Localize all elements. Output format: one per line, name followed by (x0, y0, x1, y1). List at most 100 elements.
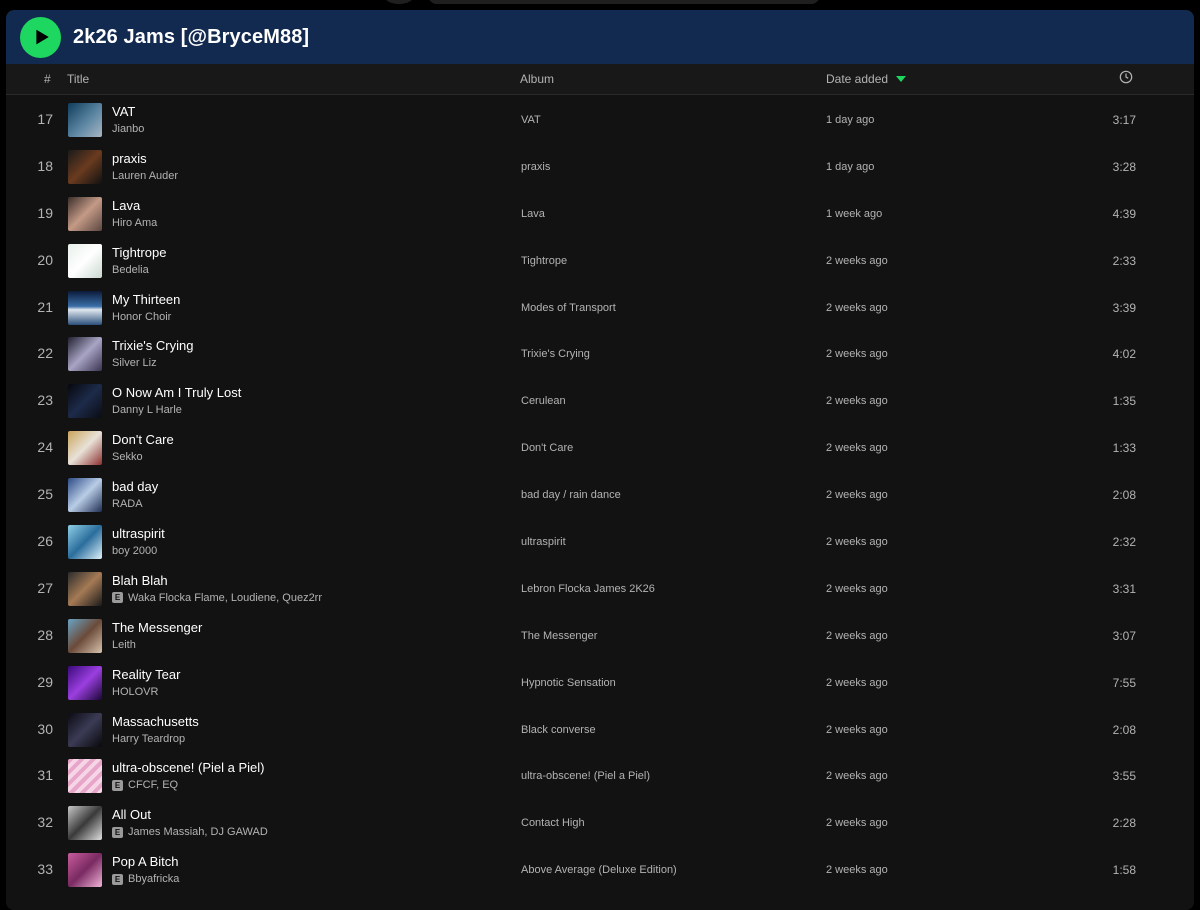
track-title[interactable]: All Out (112, 807, 151, 822)
track-artist[interactable]: Silver Liz (112, 357, 157, 369)
track-title[interactable]: Reality Tear (112, 667, 180, 682)
track-row[interactable]: 18 praxis Lauren Auder praxis 1 day ago 3:28 (6, 142, 1194, 189)
track-title[interactable]: Pop A Bitch (112, 854, 179, 869)
track-number: 25 (37, 486, 53, 503)
track-row[interactable]: 29 Reality Tear HOLOVR Hypnotic Sensation 2 … (6, 658, 1194, 705)
track-number: 26 (37, 533, 53, 550)
track-title[interactable]: My Thirteen (112, 292, 180, 307)
track-artist[interactable]: Bbyafricka (128, 873, 179, 885)
album-art[interactable] (68, 384, 102, 419)
track-album[interactable]: praxis (521, 161, 550, 173)
play-button[interactable] (20, 16, 61, 58)
track-album[interactable]: Lava (521, 208, 545, 220)
track-artist[interactable]: CFCF, EQ (128, 779, 178, 791)
track-date-added: 2 weeks ago (826, 348, 888, 361)
track-title[interactable]: VAT (112, 104, 135, 119)
column-date-added[interactable]: Date added (826, 72, 907, 86)
track-artist-line: E Bbyafricka (112, 873, 179, 885)
album-art[interactable] (68, 431, 102, 466)
track-date-added: 2 weeks ago (826, 254, 888, 267)
track-album[interactable]: Contact High (521, 817, 585, 829)
track-artist[interactable]: Sekko (112, 451, 143, 463)
track-row[interactable]: 23 O Now Am I Truly Lost Danny L Harle Ceru… (6, 376, 1194, 423)
track-album[interactable]: Lebron Flocka James 2K26 (521, 583, 655, 595)
track-artist[interactable]: Honor Choir (112, 311, 171, 323)
track-title[interactable]: Massachusetts (112, 714, 199, 729)
track-row[interactable]: 26 ultraspirit boy 2000 ultraspirit 2 weeks … (6, 517, 1194, 564)
track-artist[interactable]: RADA (112, 498, 143, 510)
track-row[interactable]: 33 Pop A Bitch E Bbyafricka Above Average (D… (6, 845, 1194, 892)
track-artist[interactable]: Hiro Ama (112, 217, 157, 229)
album-art[interactable] (68, 525, 102, 560)
track-album[interactable]: Don't Care (521, 442, 573, 454)
track-row[interactable]: 30 Massachusetts Harry Teardrop Black conve… (6, 705, 1194, 752)
track-row[interactable]: 17 VAT Jianbo VAT 1 day ago 3:17 (6, 95, 1194, 142)
track-artist[interactable]: Leith (112, 639, 136, 651)
track-artist[interactable]: James Massiah, DJ GAWAD (128, 826, 268, 838)
track-title[interactable]: bad day (112, 479, 158, 494)
track-album[interactable]: bad day / rain dance (521, 489, 621, 501)
track-row[interactable]: 31 ultra-obscene! (Piel a Piel) E CFCF, EQ u… (6, 751, 1194, 798)
album-art[interactable] (68, 149, 102, 184)
album-art[interactable] (68, 478, 102, 513)
track-album[interactable]: The Messenger (521, 630, 597, 642)
track-artist[interactable]: Harry Teardrop (112, 733, 185, 745)
album-art[interactable] (68, 665, 102, 700)
album-art[interactable] (68, 290, 102, 325)
album-art[interactable] (68, 571, 102, 606)
album-art[interactable] (68, 243, 102, 278)
track-title[interactable]: praxis (112, 151, 147, 166)
track-title[interactable]: Trixie's Crying (112, 338, 193, 353)
track-artist[interactable]: HOLOVR (112, 686, 158, 698)
track-artist[interactable]: Lauren Auder (112, 170, 178, 182)
album-art[interactable] (68, 806, 102, 841)
nav-button[interactable] (383, 0, 415, 4)
track-date-added: 2 weeks ago (826, 770, 888, 783)
track-artist[interactable]: boy 2000 (112, 545, 157, 557)
track-album[interactable]: VAT (521, 114, 541, 126)
album-art[interactable] (68, 196, 102, 231)
track-row[interactable]: 25 bad day RADA bad day / rain dance 2 weeks… (6, 470, 1194, 517)
track-album[interactable]: Trixie's Crying (521, 348, 590, 360)
search-bar[interactable] (428, 0, 820, 4)
track-album[interactable]: ultra-obscene! (Piel a Piel) (521, 770, 650, 782)
album-art[interactable] (68, 618, 102, 653)
track-title[interactable]: Lava (112, 198, 140, 213)
track-album[interactable]: Above Average (Deluxe Edition) (521, 864, 677, 876)
album-art[interactable] (68, 337, 102, 372)
album-art[interactable] (68, 759, 102, 794)
track-artist[interactable]: Danny L Harle (112, 404, 182, 416)
column-title[interactable]: Title (67, 72, 89, 86)
album-art[interactable] (68, 103, 102, 137)
track-album[interactable]: Black converse (521, 724, 596, 736)
column-album[interactable]: Album (520, 72, 554, 86)
track-row[interactable]: 27 Blah Blah E Waka Flocka Flame, Loudiene,… (6, 564, 1194, 611)
clock-icon[interactable] (1119, 70, 1133, 87)
track-artist-line: Honor Choir (112, 311, 171, 323)
track-title[interactable]: The Messenger (112, 620, 202, 635)
album-art[interactable] (68, 712, 102, 747)
track-date-added: 2 weeks ago (826, 723, 888, 736)
track-artist[interactable]: Jianbo (112, 123, 144, 135)
track-album[interactable]: Modes of Transport (521, 302, 616, 314)
track-title[interactable]: Don't Care (112, 432, 174, 447)
track-artist[interactable]: Waka Flocka Flame, Loudiene, Quez2rr (128, 592, 322, 604)
track-row[interactable]: 19 Lava Hiro Ama Lava 1 week ago 4:39 (6, 189, 1194, 236)
track-album[interactable]: Hypnotic Sensation (521, 677, 616, 689)
track-row[interactable]: 28 The Messenger Leith The Messenger 2 weeks… (6, 611, 1194, 658)
track-title[interactable]: Blah Blah (112, 573, 168, 588)
track-row[interactable]: 20 Tightrope Bedelia Tightrope 2 weeks ago 2:… (6, 236, 1194, 283)
track-title[interactable]: ultraspirit (112, 526, 165, 541)
track-artist[interactable]: Bedelia (112, 264, 149, 276)
track-title[interactable]: ultra-obscene! (Piel a Piel) (112, 760, 264, 775)
track-title[interactable]: O Now Am I Truly Lost (112, 385, 241, 400)
track-album[interactable]: ultraspirit (521, 536, 566, 548)
track-album[interactable]: Tightrope (521, 255, 567, 267)
track-album[interactable]: Cerulean (521, 395, 566, 407)
track-row[interactable]: 24 Don't Care Sekko Don't Care 2 weeks ago 1:… (6, 423, 1194, 470)
track-row[interactable]: 32 All Out E James Massiah, DJ GAWAD Contact… (6, 798, 1194, 845)
track-row[interactable]: 21 My Thirteen Honor Choir Modes of Transpo… (6, 283, 1194, 330)
track-title[interactable]: Tightrope (112, 245, 166, 260)
track-row[interactable]: 22 Trixie's Crying Silver Liz Trixie's Cryi… (6, 329, 1194, 376)
album-art[interactable] (68, 853, 102, 888)
